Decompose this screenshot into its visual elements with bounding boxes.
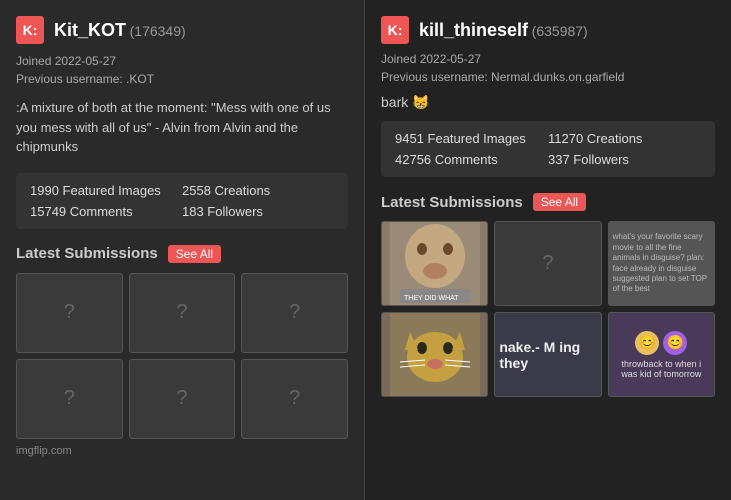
left-prev-username: Previous username: .KOT bbox=[16, 72, 348, 86]
svg-text:THEY DID WHAT: THEY DID WHAT bbox=[404, 295, 459, 302]
right-thumb-text[interactable]: what's your favorite scary movie to all … bbox=[608, 221, 715, 306]
right-thumb-text-content: what's your favorite scary movie to all … bbox=[613, 232, 710, 294]
right-username-block: kill_thineself (635987) bbox=[419, 20, 588, 41]
right-stat-comments: 42756 Comments bbox=[395, 152, 548, 167]
face-image-svg: THEY DID WHAT bbox=[390, 221, 480, 306]
right-thumb-throwback[interactable]: 😊 😊 throwback to when i was kid of tomor… bbox=[608, 312, 715, 397]
right-submissions-header: Latest Submissions See All bbox=[381, 193, 715, 211]
right-bark: bark 😸 bbox=[381, 94, 715, 111]
left-thumb-6[interactable]: ? bbox=[241, 359, 348, 439]
left-panel: K: Kit_KOT (176349) Joined 2022-05-27 Pr… bbox=[0, 0, 365, 500]
right-stat-creations: 11270 Creations bbox=[548, 131, 701, 146]
left-thumb-5[interactable]: ? bbox=[129, 359, 236, 439]
left-see-all-button[interactable]: See All bbox=[168, 245, 221, 263]
left-thumb-1[interactable]: ? bbox=[16, 273, 123, 353]
site-label: imgflip.com bbox=[16, 445, 348, 457]
left-username: Kit_KOT bbox=[54, 20, 126, 40]
question-icon-1: ? bbox=[64, 301, 75, 324]
right-user-header: K: kill_thineself (635987) bbox=[381, 16, 715, 44]
left-thumb-3[interactable]: ? bbox=[241, 273, 348, 353]
right-prev-username: Previous username: Nermal.dunks.on.garfi… bbox=[381, 70, 715, 84]
right-stat-followers: 337 Followers bbox=[548, 152, 701, 167]
question-icon-4: ? bbox=[64, 387, 75, 410]
throwback-emoji2: 😊 bbox=[663, 331, 687, 355]
left-submissions-header: Latest Submissions See All bbox=[16, 245, 348, 263]
right-joined: Joined 2022-05-27 bbox=[381, 52, 715, 66]
right-stat-featured: 9451 Featured Images bbox=[395, 131, 548, 146]
right-thumb-cat[interactable] bbox=[381, 312, 488, 397]
question-icon-6: ? bbox=[289, 387, 300, 410]
right-logo-icon: K: bbox=[381, 16, 409, 44]
left-user-id: (176349) bbox=[130, 23, 186, 39]
left-stats-table: 1990 Featured Images 2558 Creations 1574… bbox=[16, 173, 348, 229]
right-username: kill_thineself bbox=[419, 20, 528, 40]
left-stat-comments: 15749 Comments bbox=[30, 204, 182, 219]
left-stat-featured: 1990 Featured Images bbox=[30, 183, 182, 198]
left-thumb-2[interactable]: ? bbox=[129, 273, 236, 353]
question-icon-2: ? bbox=[176, 301, 187, 324]
right-thumb-face[interactable]: THEY DID WHAT bbox=[381, 221, 488, 306]
question-icon-5: ? bbox=[176, 387, 187, 410]
left-stat-creations: 2558 Creations bbox=[182, 183, 334, 198]
left-stat-followers: 183 Followers bbox=[182, 204, 334, 219]
cat-image-svg bbox=[390, 312, 480, 397]
left-logo-icon: K: bbox=[16, 16, 44, 44]
left-latest-label: Latest Submissions bbox=[16, 245, 158, 262]
right-thumb-question[interactable]: ? bbox=[494, 221, 601, 306]
left-joined: Joined 2022-05-27 bbox=[16, 54, 348, 68]
right-make-text: nake.- M ing they bbox=[499, 339, 596, 371]
left-thumb-4[interactable]: ? bbox=[16, 359, 123, 439]
right-user-id: (635987) bbox=[532, 23, 588, 39]
left-username-block: Kit_KOT (176349) bbox=[54, 20, 186, 41]
right-submissions-grid: THEY DID WHAT ? what's your favorite sca… bbox=[381, 221, 715, 397]
left-bio: :A mixture of both at the moment: "Mess … bbox=[16, 98, 348, 157]
throwback-label: throwback to when i was kid of tomorrow bbox=[613, 359, 710, 379]
throwback-emoji: 😊 bbox=[635, 331, 659, 355]
right-panel: K: kill_thineself (635987) Joined 2022-0… bbox=[365, 0, 731, 500]
right-latest-label: Latest Submissions bbox=[381, 194, 523, 211]
right-see-all-button[interactable]: See All bbox=[533, 193, 586, 211]
question-icon-3: ? bbox=[289, 301, 300, 324]
right-thumb-make[interactable]: nake.- M ing they bbox=[494, 312, 601, 397]
right-stats-table: 9451 Featured Images 11270 Creations 427… bbox=[381, 121, 715, 177]
left-submissions-grid: ? ? ? ? ? ? bbox=[16, 273, 348, 439]
right-question-icon: ? bbox=[542, 252, 553, 275]
left-user-header: K: Kit_KOT (176349) bbox=[16, 16, 348, 44]
